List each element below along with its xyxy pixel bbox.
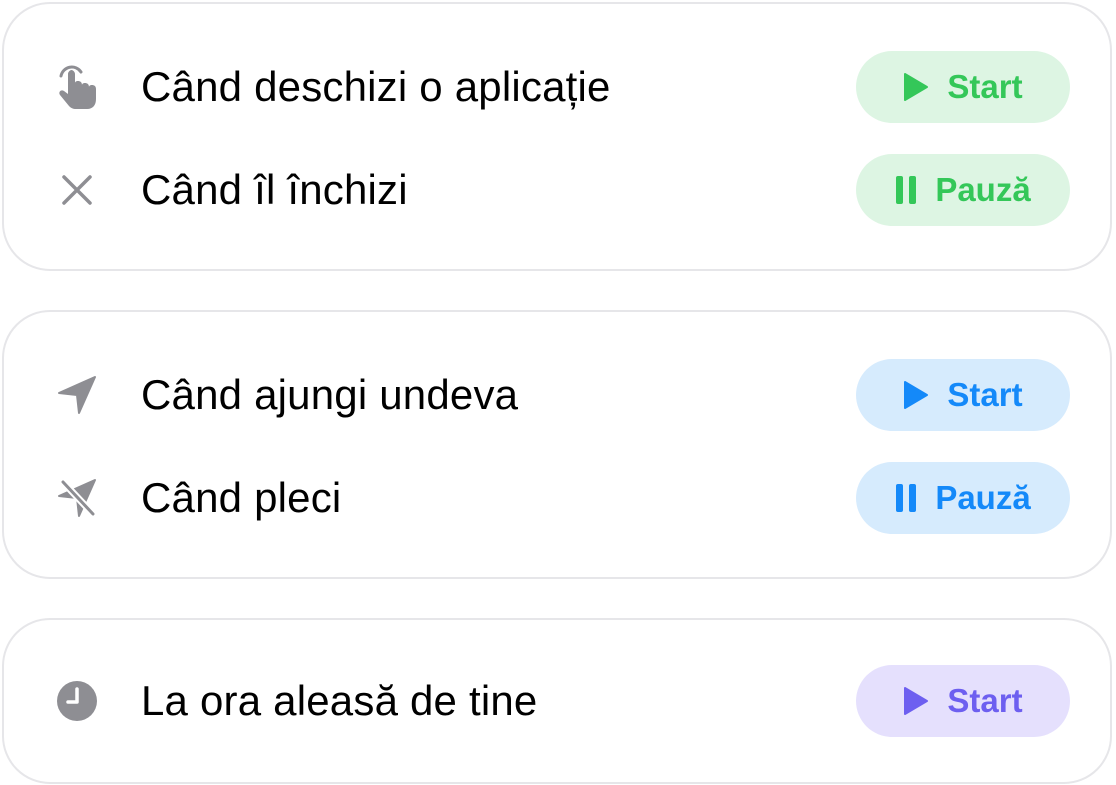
pause-button-label: Pauză	[935, 479, 1031, 516]
pause-button[interactable]: Pauză	[856, 154, 1070, 226]
tap-hand-icon	[54, 65, 100, 109]
trigger-label: Când îl închizi	[141, 166, 408, 213]
start-button-label: Start	[947, 682, 1023, 719]
start-button[interactable]: Start	[856, 51, 1070, 123]
pause-button[interactable]: Pauză	[856, 462, 1070, 534]
trigger-label: La ora aleasă de tine	[141, 677, 538, 724]
pause-icon	[895, 176, 917, 204]
clock-icon	[54, 679, 100, 723]
location-trigger-card: Când ajungi undeva Start Când pleci Pauz…	[2, 310, 1112, 579]
start-button[interactable]: Start	[856, 665, 1070, 737]
start-button[interactable]: Start	[856, 359, 1070, 431]
play-icon	[903, 72, 929, 102]
location-arrow-icon	[54, 373, 100, 417]
trigger-label: Când deschizi o aplicație	[141, 63, 611, 110]
trigger-row-arrive: Când ajungi undeva Start	[4, 355, 1110, 435]
trigger-row-app-open: Când deschizi o aplicație Start	[4, 47, 1110, 127]
start-button-label: Start	[947, 376, 1023, 413]
play-icon	[903, 686, 929, 716]
trigger-row-time: La ora aleasă de tine Start	[4, 661, 1110, 741]
start-button-label: Start	[947, 68, 1023, 105]
app-trigger-card: Când deschizi o aplicație Start Când îl …	[2, 2, 1112, 271]
pause-button-label: Pauză	[935, 171, 1031, 208]
location-arrow-slash-icon	[54, 476, 100, 520]
time-trigger-card: La ora aleasă de tine Start	[2, 618, 1112, 784]
trigger-label: Când ajungi undeva	[141, 371, 519, 418]
trigger-label: Când pleci	[141, 474, 342, 521]
trigger-row-app-close: Când îl închizi Pauză	[4, 150, 1110, 230]
close-x-icon	[54, 168, 100, 212]
trigger-row-leave: Când pleci Pauză	[4, 458, 1110, 538]
play-icon	[903, 380, 929, 410]
pause-icon	[895, 484, 917, 512]
